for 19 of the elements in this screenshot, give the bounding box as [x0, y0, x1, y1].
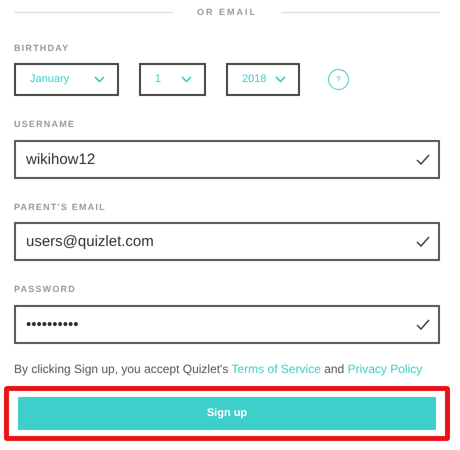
dropdown-select[interactable]: January [14, 63, 119, 96]
input-field[interactable]: •••••••••• [14, 304, 440, 344]
help-button[interactable]: ? [328, 69, 349, 90]
divider-label: OR EMAIL [197, 6, 257, 19]
dropdown-select[interactable]: 1 [139, 63, 206, 96]
terms-text: By clicking Sign up, you accept Quizlet's Terms of Service and Privacy Policy [14, 360, 424, 378]
field-label: PARENT'S EMAIL [14, 200, 107, 214]
field-label: USERNAME [14, 118, 76, 131]
field-label: PASSWORD [14, 283, 77, 296]
privacy-link[interactable]: Privacy Policy [348, 362, 422, 376]
input-field[interactable]: wikihow12 [14, 140, 440, 178]
terms-link[interactable]: Terms of Service [232, 362, 321, 376]
field-label: BIRTHDAY [14, 42, 70, 54]
signup-button[interactable]: Sign up [18, 396, 436, 430]
chevron-icon [275, 76, 286, 83]
dropdown-select[interactable]: 2018 [226, 63, 300, 96]
chevron-icon [94, 76, 105, 83]
input-field[interactable]: users@quizlet.com [14, 222, 440, 261]
chevron-icon [181, 76, 192, 83]
